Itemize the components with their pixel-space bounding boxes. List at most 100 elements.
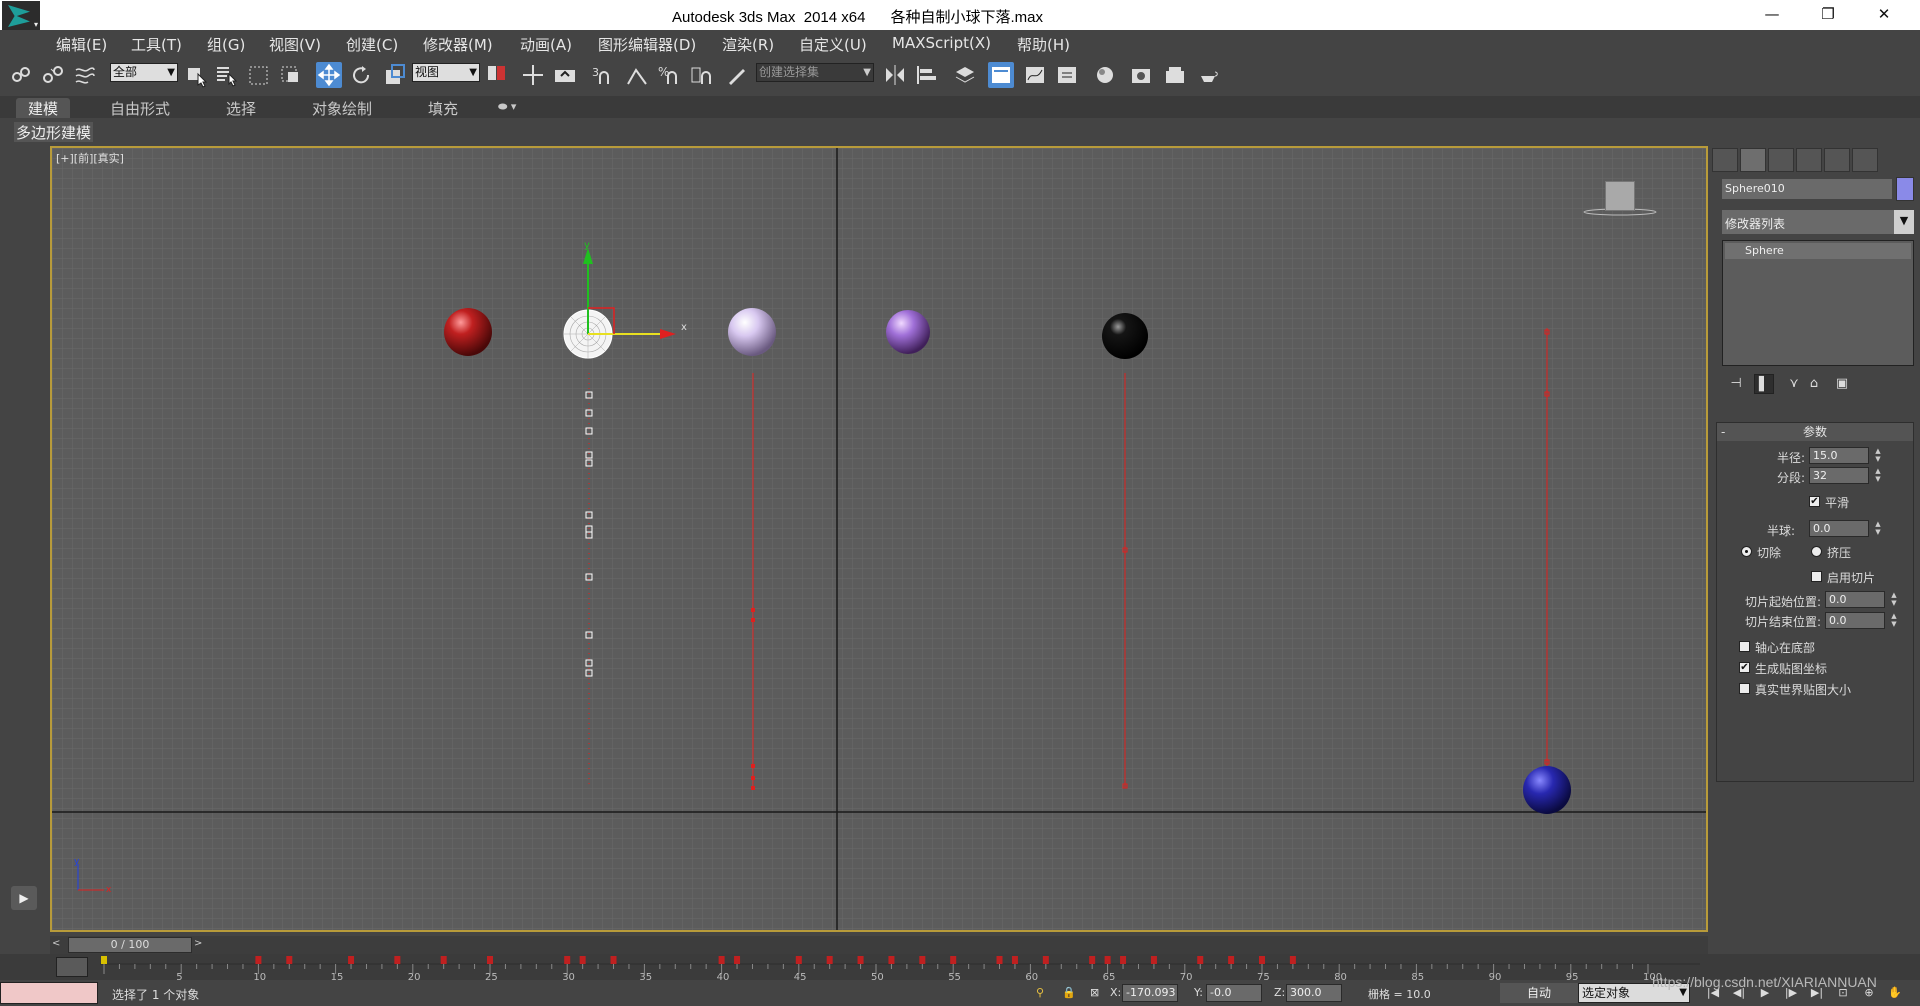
modifier-stack[interactable]: Sphere xyxy=(1722,240,1914,366)
render-setup-icon[interactable] xyxy=(1128,62,1154,88)
maxscript-mini-listener[interactable] xyxy=(0,982,98,1004)
make-unique-icon[interactable]: ⋎ xyxy=(1784,374,1804,394)
isolate-icon[interactable]: ⚲ xyxy=(1036,986,1044,999)
select-by-name-icon[interactable] xyxy=(214,62,240,88)
menu-edit[interactable]: 编辑(E) xyxy=(56,34,107,55)
real-world-map-checkbox[interactable] xyxy=(1739,683,1750,694)
keyframe-marker[interactable] xyxy=(1197,956,1204,964)
material-editor-icon[interactable] xyxy=(1092,62,1118,88)
menu-rendering[interactable]: 渲染(R) xyxy=(722,34,774,55)
viewport-canvas[interactable]: x y y x xyxy=(52,148,1706,930)
pivot-center-icon[interactable] xyxy=(484,62,510,88)
keyframe-marker[interactable] xyxy=(348,956,355,964)
mini-curve-editor-icon[interactable] xyxy=(56,957,88,977)
menu-customize[interactable]: 自定义(U) xyxy=(799,34,867,55)
create-tab-icon[interactable] xyxy=(1712,148,1738,172)
lock-selection-icon[interactable]: 🔒 xyxy=(1062,986,1076,999)
segments-spinner[interactable]: ▲ ▼ xyxy=(1873,467,1883,484)
purple-ball[interactable] xyxy=(886,310,930,354)
schematic-view-icon[interactable] xyxy=(1054,62,1080,88)
layer-manager-icon[interactable] xyxy=(952,62,978,88)
ribbon-tab-object-paint[interactable]: 对象绘制 xyxy=(312,98,372,118)
keyframe-marker[interactable] xyxy=(950,956,957,964)
slice-from-spinner[interactable]: ▲ ▼ xyxy=(1889,591,1899,608)
modifier-stack-item[interactable]: Sphere xyxy=(1725,243,1911,259)
menu-maxscript[interactable]: MAXScript(X) xyxy=(892,34,991,52)
keyframe-marker[interactable] xyxy=(826,956,833,964)
keyframe-marker[interactable] xyxy=(1104,956,1111,964)
keyframe-marker[interactable] xyxy=(564,956,571,964)
blue-ball[interactable] xyxy=(1523,766,1571,814)
menu-animation[interactable]: 动画(A) xyxy=(520,34,572,55)
ribbon-tab-freeform[interactable]: 自由形式 xyxy=(110,98,170,118)
slice-to-spinner[interactable]: ▲ ▼ xyxy=(1889,612,1899,629)
show-end-result-icon[interactable]: ▌ xyxy=(1754,374,1774,394)
reference-coordinate-dropdown[interactable]: 视图 ▼ xyxy=(412,63,480,82)
named-selection-set-dropdown[interactable]: 创建选择集 ▼ xyxy=(756,63,874,82)
restore-button[interactable]: ❐ xyxy=(1800,0,1856,30)
keyframe-marker[interactable] xyxy=(1089,956,1096,964)
edit-named-selection-icon[interactable] xyxy=(724,62,750,88)
enable-slice-checkbox[interactable] xyxy=(1811,571,1822,582)
track-bar-ruler[interactable]: 5 10 15 20 25 30 35 40 45 50 55 60 65 70 75 80 85 90 95 100 xyxy=(100,954,1708,980)
mirror-icon[interactable] xyxy=(882,62,908,88)
select-object-icon[interactable] xyxy=(184,62,210,88)
keyframe-marker[interactable] xyxy=(255,956,262,964)
chop-radio[interactable] xyxy=(1741,546,1752,557)
slice-to-field[interactable]: 0.0 xyxy=(1825,612,1885,629)
slice-from-field[interactable]: 0.0 xyxy=(1825,591,1885,608)
minimize-button[interactable]: — xyxy=(1744,0,1800,30)
menu-graph-editors[interactable]: 图形编辑器(D) xyxy=(598,34,696,55)
hemisphere-field[interactable]: 0.0 xyxy=(1809,520,1869,537)
selection-filter-dropdown[interactable]: 全部 ▼ xyxy=(110,63,178,82)
y-coordinate-field[interactable]: -0.0 xyxy=(1206,984,1262,1002)
app-logo-button[interactable]: ▾ xyxy=(2,1,40,31)
percent-snap-icon[interactable]: % xyxy=(656,62,682,88)
keyframe-marker[interactable] xyxy=(1150,956,1157,964)
black-ball[interactable] xyxy=(1102,313,1148,359)
spinner-snap-icon[interactable] xyxy=(688,62,714,88)
keyframe-marker[interactable] xyxy=(734,956,741,964)
base-to-pivot-checkbox[interactable] xyxy=(1739,641,1750,652)
pan-icon[interactable]: ✋ xyxy=(1886,986,1904,1002)
render-production-icon[interactable] xyxy=(1196,62,1222,88)
keyframe-marker[interactable] xyxy=(487,956,493,964)
keyframe-marker[interactable] xyxy=(919,956,926,964)
time-slider-thumb[interactable]: 0 / 100 xyxy=(68,937,192,953)
keyframe-marker[interactable] xyxy=(579,956,586,964)
keyframe-marker[interactable] xyxy=(1289,956,1296,964)
track-bar[interactable]: 5 10 15 20 25 30 35 40 45 50 55 60 65 70 75 80 85 90 95 100 xyxy=(0,954,1920,980)
modifier-list-dropdown[interactable]: 修改器列表 ▼ xyxy=(1722,210,1914,234)
ribbon-tab-selection[interactable]: 选择 xyxy=(226,98,256,118)
keyframe-marker[interactable] xyxy=(610,956,617,964)
x-coordinate-field[interactable]: -170.093 xyxy=(1122,984,1178,1002)
smooth-checkbox[interactable]: ✔ xyxy=(1809,496,1820,507)
menu-help[interactable]: 帮助(H) xyxy=(1017,34,1070,55)
segments-field[interactable]: 32 xyxy=(1809,467,1869,484)
menu-views[interactable]: 视图(V) xyxy=(269,34,321,55)
object-color-swatch[interactable] xyxy=(1896,177,1914,201)
ribbon-tab-populate[interactable]: 填充 xyxy=(428,98,458,118)
select-and-rotate-icon[interactable] xyxy=(348,62,374,88)
keyframe-marker[interactable] xyxy=(1042,956,1049,964)
squash-radio[interactable] xyxy=(1811,546,1822,557)
time-prev-button[interactable]: < xyxy=(52,938,60,949)
keyframe-marker[interactable] xyxy=(440,956,447,964)
scene-explorer-icon[interactable] xyxy=(988,62,1014,88)
align-icon[interactable] xyxy=(914,62,940,88)
ribbon-options-icon[interactable]: ⬬ ▾ xyxy=(498,100,516,120)
keyframe-marker[interactable] xyxy=(1228,956,1235,964)
keyboard-shortcut-override-icon[interactable] xyxy=(552,62,578,88)
menu-tools[interactable]: 工具(T) xyxy=(131,34,182,55)
lavender-ball[interactable] xyxy=(728,308,776,356)
radius-field[interactable]: 15.0 xyxy=(1809,447,1869,464)
pin-stack-icon[interactable]: ⊣ xyxy=(1726,374,1746,394)
window-crossing-icon[interactable] xyxy=(278,62,304,88)
select-and-scale-icon[interactable] xyxy=(382,62,408,88)
hemisphere-spinner[interactable]: ▲ ▼ xyxy=(1873,520,1883,537)
rendered-frame-window-icon[interactable] xyxy=(1162,62,1188,88)
menu-create[interactable]: 创建(C) xyxy=(346,34,398,55)
z-coordinate-field[interactable]: 300.0 xyxy=(1286,984,1342,1002)
time-slider[interactable]: < 0 / 100 > xyxy=(50,936,1708,954)
keyframe-marker[interactable] xyxy=(101,956,107,964)
